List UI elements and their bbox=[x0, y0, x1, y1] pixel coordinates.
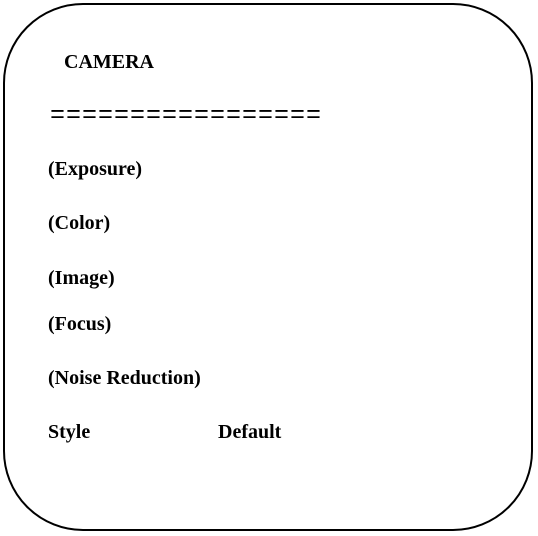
style-setting-row[interactable]: Style Default bbox=[48, 418, 281, 446]
style-label: Style bbox=[48, 421, 91, 443]
menu-item-focus[interactable]: (Focus) bbox=[48, 310, 111, 338]
menu-item-image[interactable]: (Image) bbox=[48, 264, 115, 292]
title-separator: ================= bbox=[50, 101, 323, 130]
menu-title: CAMERA bbox=[64, 51, 154, 73]
menu-item-exposure[interactable]: (Exposure) bbox=[48, 155, 142, 183]
menu-item-noise-reduction[interactable]: (Noise Reduction) bbox=[48, 364, 201, 392]
menu-item-color[interactable]: (Color) bbox=[48, 209, 110, 237]
style-value[interactable]: Default bbox=[218, 418, 281, 446]
